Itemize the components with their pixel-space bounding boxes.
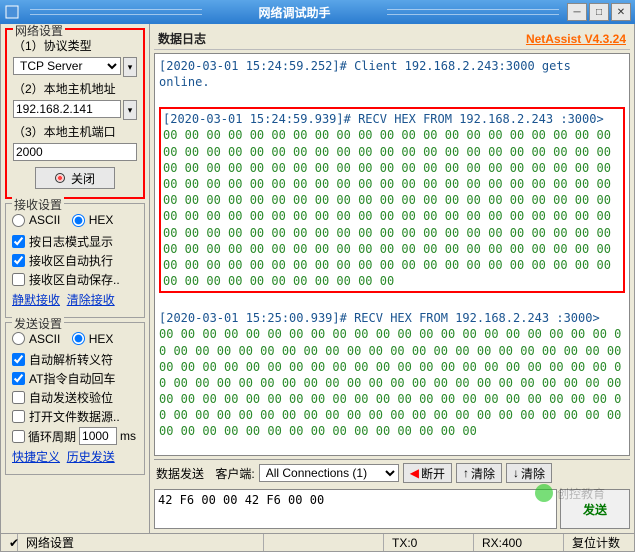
maximize-button[interactable]: □ — [589, 3, 609, 21]
hex-block-2: [2020-03-01 15:25:00.939]# RECV HEX FROM… — [159, 310, 625, 440]
host-label: （2）本地主机地址 — [13, 80, 137, 97]
minimize-button[interactable]: ─ — [567, 3, 587, 21]
app-icon — [4, 4, 20, 20]
send-input[interactable]: 42 F6 00 00 42 F6 00 00 — [154, 489, 557, 529]
protocol-dropdown-icon[interactable]: ▾ — [123, 57, 137, 77]
log-title: 数据日志 — [158, 30, 206, 47]
main-panel: 数据日志 NetAssist V4.3.24 [2020-03-01 15:24… — [149, 24, 634, 533]
statusbar: ✔ 网络设置 TX:0 RX:400 复位计数 — [0, 534, 635, 552]
status-rx: RX:400 — [474, 534, 564, 551]
send-ascii-radio[interactable] — [12, 332, 25, 345]
host-dropdown-icon[interactable]: ▾ — [123, 100, 137, 120]
send-header: 数据发送 客户端: All Connections (1) ◀断开 ↑清除 ↓清… — [154, 459, 630, 486]
recv-auto-save-check[interactable] — [12, 273, 25, 286]
clear-recv-link[interactable]: 清除接收 — [67, 293, 115, 307]
sidebar: 网络设置 （1）协议类型 TCP Server ▾ （2）本地主机地址 ▾ （3… — [1, 24, 149, 533]
network-settings-group: 网络设置 （1）协议类型 TCP Server ▾ （2）本地主机地址 ▾ （3… — [5, 28, 145, 199]
log-area[interactable]: [2020-03-01 15:24:59.252]# Client 192.16… — [154, 53, 630, 456]
quick-def-link[interactable]: 快捷定义 — [12, 450, 60, 464]
titlebar: 网络调试助手 ─ □ ✕ — [0, 0, 635, 24]
clear-down-button[interactable]: ↓清除 — [506, 463, 552, 483]
status-ready-icon: ✔ — [1, 534, 18, 551]
history-link[interactable]: 历史发送 — [67, 450, 115, 464]
send-button[interactable]: 发送 — [560, 489, 630, 529]
client-label: 客户端: — [215, 465, 254, 482]
protocol-select[interactable]: TCP Server — [13, 57, 121, 75]
recv-ascii-radio[interactable] — [12, 214, 25, 227]
send-checksum-check[interactable] — [12, 391, 25, 404]
send-settings-group: 发送设置 ASCII HEX 自动解析转义符 AT指令自动回车 自动发送校验位 … — [5, 322, 145, 476]
network-settings-title: 网络设置 — [13, 24, 65, 39]
protocol-label: （1）协议类型 — [13, 37, 137, 54]
send-at-cr-check[interactable] — [12, 372, 25, 385]
status-net-settings: 网络设置 — [18, 534, 264, 551]
host-input[interactable] — [13, 100, 121, 118]
send-data-label: 数据发送 — [156, 465, 204, 482]
port-input[interactable] — [13, 143, 137, 161]
send-escape-check[interactable] — [12, 353, 25, 366]
send-loop-check[interactable] — [12, 430, 25, 443]
send-settings-title: 发送设置 — [12, 315, 64, 332]
close-button[interactable]: 关闭 — [35, 167, 115, 189]
port-label: （3）本地主机端口 — [13, 123, 137, 140]
send-hex-radio[interactable] — [72, 332, 85, 345]
status-reset[interactable]: 复位计数 — [564, 534, 634, 551]
version-link[interactable]: NetAssist V4.3.24 — [526, 32, 626, 46]
connections-select[interactable]: All Connections (1) — [259, 464, 399, 482]
clear-up-button[interactable]: ↑清除 — [456, 463, 502, 483]
status-tx: TX:0 — [384, 534, 474, 551]
window-title: 网络调试助手 — [208, 4, 380, 21]
record-icon — [55, 173, 65, 183]
recv-auto-exec-check[interactable] — [12, 254, 25, 267]
recv-settings-group: 接收设置 ASCII HEX 按日志模式显示 接收区自动执行 接收区自动保存..… — [5, 203, 145, 318]
silent-recv-link[interactable]: 静默接收 — [12, 293, 60, 307]
recv-hex-radio[interactable] — [72, 214, 85, 227]
close-window-button[interactable]: ✕ — [611, 3, 631, 21]
send-open-file-check[interactable] — [12, 410, 25, 423]
recv-log-mode-check[interactable] — [12, 235, 25, 248]
loop-period-input[interactable] — [79, 427, 117, 445]
recv-settings-title: 接收设置 — [12, 196, 64, 213]
log-client-line: [2020-03-01 15:24:59.252]# Client 192.16… — [159, 58, 625, 90]
hex-block-1: [2020-03-01 15:24:59.939]# RECV HEX FROM… — [159, 107, 625, 293]
disconnect-button[interactable]: ◀断开 — [403, 463, 452, 483]
